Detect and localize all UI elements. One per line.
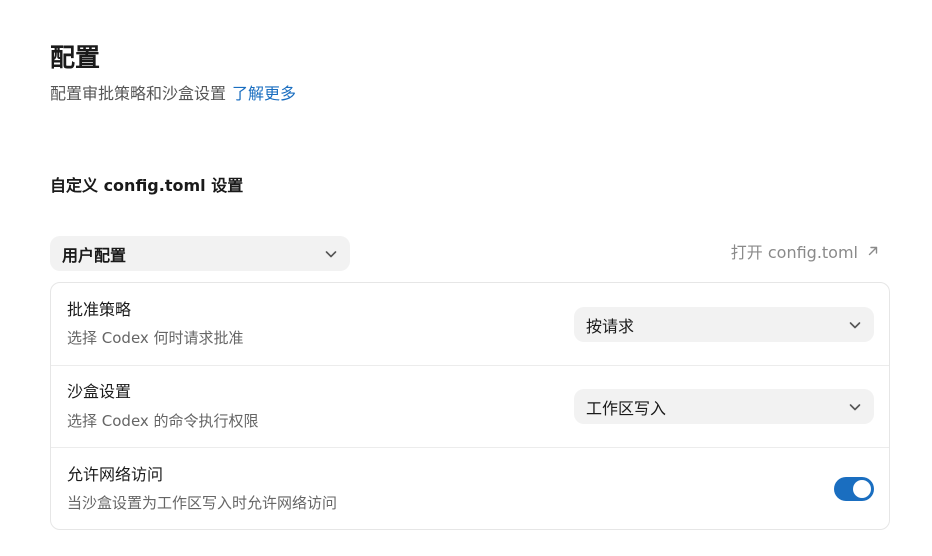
approval-policy-title: 批准策略	[67, 300, 132, 319]
row-divider	[51, 447, 889, 448]
sandbox-setting-title: 沙盒设置	[67, 382, 132, 401]
toggle-knob	[853, 480, 871, 498]
settings-page: 配置 配置审批策略和沙盒设置 了解更多 自定义 config.toml 设置 用户…	[0, 0, 932, 556]
subtitle-text: 配置审批策略和沙盒设置	[50, 84, 227, 103]
arrow-up-right-icon	[866, 242, 880, 264]
learn-more-link[interactable]: 了解更多	[232, 84, 296, 103]
network-access-title: 允许网络访问	[67, 465, 164, 484]
section-title: 自定义 config.toml 设置	[50, 176, 244, 195]
page-subtitle: 配置审批策略和沙盒设置 了解更多	[50, 82, 296, 106]
profile-select[interactable]: 用户配置	[50, 236, 350, 271]
sandbox-setting-description: 选择 Codex 的命令执行权限	[67, 412, 259, 430]
row-divider	[51, 365, 889, 366]
sandbox-setting-select[interactable]: 工作区写入	[574, 389, 874, 424]
page-title: 配置	[50, 43, 101, 72]
chevron-down-icon	[848, 318, 862, 332]
profile-select-value: 用户配置	[62, 245, 127, 265]
sandbox-setting-value: 工作区写入	[586, 398, 667, 418]
network-access-description: 当沙盒设置为工作区写入时允许网络访问	[67, 494, 338, 512]
approval-policy-description: 选择 Codex 何时请求批准	[67, 329, 244, 347]
network-access-toggle[interactable]	[834, 477, 874, 501]
chevron-down-icon	[324, 247, 338, 261]
settings-card: 批准策略 选择 Codex 何时请求批准 按请求 沙盒设置 选择 Codex 的…	[50, 282, 890, 530]
approval-policy-select[interactable]: 按请求	[574, 307, 874, 342]
open-config-label: 打开 config.toml	[730, 243, 858, 262]
approval-policy-value: 按请求	[586, 316, 635, 336]
chevron-down-icon	[848, 400, 862, 414]
open-config-link[interactable]: 打开 config.toml	[731, 242, 880, 264]
